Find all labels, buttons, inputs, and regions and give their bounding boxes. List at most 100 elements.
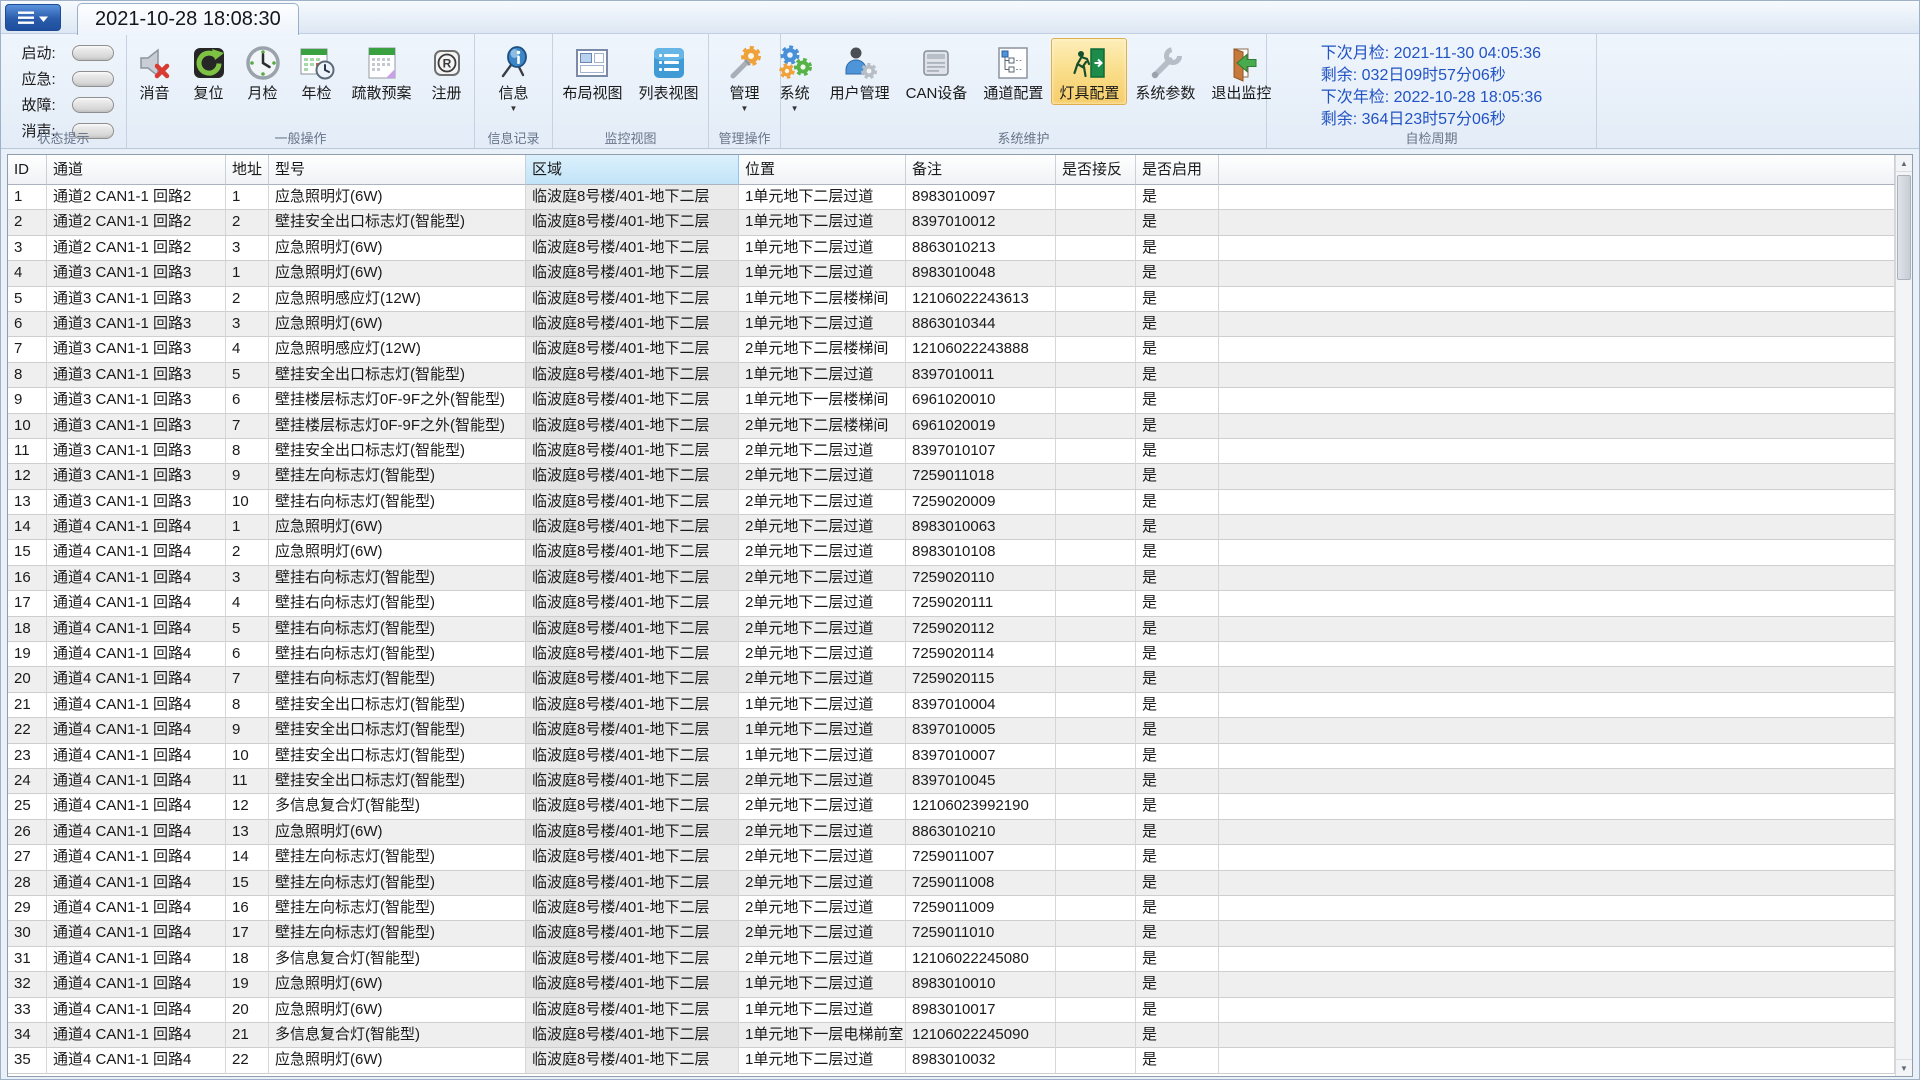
table-row[interactable]: 6 通道3 CAN1-1 回路3 3 应急照明灯(6W) 临波庭8号楼/401-… <box>8 312 1895 337</box>
table-row[interactable]: 33 通道4 CAN1-1 回路4 20 应急照明灯(6W) 临波庭8号楼/40… <box>8 998 1895 1023</box>
cell-filler <box>1219 414 1895 439</box>
manage-button[interactable]: 管理 ▼ <box>718 38 772 116</box>
table-row[interactable]: 16 通道4 CAN1-1 回路4 3 壁挂右向标志灯(智能型) 临波庭8号楼/… <box>8 566 1895 591</box>
table-row[interactable]: 13 通道3 CAN1-1 回路3 10 壁挂右向标志灯(智能型) 临波庭8号楼… <box>8 490 1895 515</box>
cell-filler <box>1219 210 1895 235</box>
table-row[interactable]: 5 通道3 CAN1-1 回路3 2 应急照明感应灯(12W) 临波庭8号楼/4… <box>8 287 1895 312</box>
table-row[interactable]: 10 通道3 CAN1-1 回路3 7 壁挂楼层标志灯0F-9F之外(智能型) … <box>8 414 1895 439</box>
cell-area: 临波庭8号楼/401-地下二层 <box>526 210 739 235</box>
cell-id: 6 <box>8 312 47 337</box>
system-button[interactable]: 系统 ▼ <box>768 38 822 116</box>
table-row[interactable]: 21 通道4 CAN1-1 回路4 8 壁挂安全出口标志灯(智能型) 临波庭8号… <box>8 693 1895 718</box>
column-header-reversed[interactable]: 是否接反 <box>1056 155 1136 185</box>
table-row[interactable]: 23 通道4 CAN1-1 回路4 10 壁挂安全出口标志灯(智能型) 临波庭8… <box>8 744 1895 769</box>
monthly-check-button[interactable]: 月检 <box>236 38 290 105</box>
cell-reversed <box>1056 414 1136 439</box>
table-row[interactable]: 8 通道3 CAN1-1 回路3 5 壁挂安全出口标志灯(智能型) 临波庭8号楼… <box>8 363 1895 388</box>
table-row[interactable]: 24 通道4 CAN1-1 回路4 11 壁挂安全出口标志灯(智能型) 临波庭8… <box>8 769 1895 794</box>
table-row[interactable]: 30 通道4 CAN1-1 回路4 17 壁挂左向标志灯(智能型) 临波庭8号楼… <box>8 921 1895 946</box>
table-row[interactable]: 32 通道4 CAN1-1 回路4 19 应急照明灯(6W) 临波庭8号楼/40… <box>8 972 1895 997</box>
cell-reversed <box>1056 287 1136 312</box>
column-header-enabled[interactable]: 是否启用 <box>1136 155 1219 185</box>
cell-reversed <box>1056 337 1136 362</box>
table-row[interactable]: 2 通道2 CAN1-1 回路2 2 壁挂安全出口标志灯(智能型) 临波庭8号楼… <box>8 210 1895 235</box>
table-row[interactable]: 20 通道4 CAN1-1 回路4 7 壁挂右向标志灯(智能型) 临波庭8号楼/… <box>8 667 1895 692</box>
table-row[interactable]: 17 通道4 CAN1-1 回路4 4 壁挂右向标志灯(智能型) 临波庭8号楼/… <box>8 591 1895 616</box>
table-row[interactable]: 7 通道3 CAN1-1 回路3 4 应急照明感应灯(12W) 临波庭8号楼/4… <box>8 337 1895 362</box>
column-header-id[interactable]: ID <box>8 155 47 185</box>
cell-id: 8 <box>8 363 47 388</box>
cell-remark: 6961020010 <box>906 388 1056 413</box>
cell-address: 5 <box>226 617 269 642</box>
table-row[interactable]: 34 通道4 CAN1-1 回路4 21 多信息复合灯(智能型) 临波庭8号楼/… <box>8 1023 1895 1048</box>
vertical-scrollbar[interactable]: ▲ ▼ <box>1895 155 1912 1076</box>
table-row[interactable]: 3 通道2 CAN1-1 回路2 3 应急照明灯(6W) 临波庭8号楼/401-… <box>8 236 1895 261</box>
cell-reversed <box>1056 693 1136 718</box>
cell-filler <box>1219 896 1895 921</box>
table-row[interactable]: 18 通道4 CAN1-1 回路4 5 壁挂右向标志灯(智能型) 临波庭8号楼/… <box>8 617 1895 642</box>
table-row[interactable]: 35 通道4 CAN1-1 回路4 22 应急照明灯(6W) 临波庭8号楼/40… <box>8 1048 1895 1073</box>
table-row[interactable]: 9 通道3 CAN1-1 回路3 6 壁挂楼层标志灯0F-9F之外(智能型) 临… <box>8 388 1895 413</box>
cell-location: 2单元地下二层过道 <box>739 921 906 946</box>
cell-enabled: 是 <box>1136 871 1219 896</box>
column-header-remark[interactable]: 备注 <box>906 155 1056 185</box>
table-row[interactable]: 11 通道3 CAN1-1 回路3 8 壁挂安全出口标志灯(智能型) 临波庭8号… <box>8 439 1895 464</box>
table-row[interactable]: 15 通道4 CAN1-1 回路4 2 应急照明灯(6W) 临波庭8号楼/401… <box>8 540 1895 565</box>
cell-enabled: 是 <box>1136 312 1219 337</box>
table-row[interactable]: 25 通道4 CAN1-1 回路4 12 多信息复合灯(智能型) 临波庭8号楼/… <box>8 794 1895 819</box>
cell-filler <box>1219 744 1895 769</box>
can-device-button[interactable]: CAN设备 <box>898 38 976 105</box>
table-row[interactable]: 4 通道3 CAN1-1 回路3 1 应急照明灯(6W) 临波庭8号楼/401-… <box>8 261 1895 286</box>
cell-location: 1单元地下二层过道 <box>739 972 906 997</box>
annual-check-button[interactable]: 年检 <box>290 38 344 105</box>
list-view-button[interactable]: 列表视图 <box>631 38 707 105</box>
channel-config-button[interactable]: 通道配置 <box>975 38 1051 105</box>
table-row[interactable]: 19 通道4 CAN1-1 回路4 6 壁挂右向标志灯(智能型) 临波庭8号楼/… <box>8 642 1895 667</box>
cell-id: 31 <box>8 947 47 972</box>
lamp-config-button[interactable]: 灯具配置 <box>1051 38 1127 105</box>
cell-model: 多信息复合灯(智能型) <box>269 947 526 972</box>
table-row[interactable]: 26 通道4 CAN1-1 回路4 13 应急照明灯(6W) 临波庭8号楼/40… <box>8 820 1895 845</box>
system-params-button[interactable]: 系统参数 <box>1127 38 1203 105</box>
next-annual-check: 下次年检: 2022-10-28 18:05:36 <box>1321 87 1542 109</box>
mute-button[interactable]: 消音 <box>128 38 182 105</box>
evacuation-plan-button[interactable]: 疏散预案 <box>344 38 420 105</box>
table-row[interactable]: 29 通道4 CAN1-1 回路4 16 壁挂左向标志灯(智能型) 临波庭8号楼… <box>8 896 1895 921</box>
user-management-button[interactable]: 用户管理 <box>822 38 898 105</box>
cell-address: 13 <box>226 820 269 845</box>
reset-button[interactable]: 复位 <box>182 38 236 105</box>
cell-id: 18 <box>8 617 47 642</box>
main-menu-button[interactable] <box>5 4 61 31</box>
info-button[interactable]: 信息 ▼ <box>487 38 541 116</box>
table-row[interactable]: 31 通道4 CAN1-1 回路4 18 多信息复合灯(智能型) 临波庭8号楼/… <box>8 947 1895 972</box>
table-row[interactable]: 22 通道4 CAN1-1 回路4 9 壁挂安全出口标志灯(智能型) 临波庭8号… <box>8 718 1895 743</box>
cell-channel: 通道4 CAN1-1 回路4 <box>47 896 226 921</box>
table-row[interactable]: 14 通道4 CAN1-1 回路4 1 应急照明灯(6W) 临波庭8号楼/401… <box>8 515 1895 540</box>
table-row[interactable]: 28 通道4 CAN1-1 回路4 15 壁挂左向标志灯(智能型) 临波庭8号楼… <box>8 871 1895 896</box>
column-header-area[interactable]: 区域 <box>526 155 739 185</box>
column-header-channel[interactable]: 通道 <box>47 155 226 185</box>
cell-enabled: 是 <box>1136 414 1219 439</box>
register-button[interactable]: R 注册 <box>420 38 474 105</box>
cell-address: 19 <box>226 972 269 997</box>
group-label-self-check: 自检周期 <box>1267 128 1596 147</box>
cell-channel: 通道3 CAN1-1 回路3 <box>47 337 226 362</box>
cell-location: 1单元地下二层过道 <box>739 718 906 743</box>
table-row[interactable]: 27 通道4 CAN1-1 回路4 14 壁挂左向标志灯(智能型) 临波庭8号楼… <box>8 845 1895 870</box>
table-row[interactable]: 1 通道2 CAN1-1 回路2 1 应急照明灯(6W) 临波庭8号楼/401-… <box>8 185 1895 210</box>
cell-model: 应急照明灯(6W) <box>269 185 526 210</box>
cell-location: 1单元地下一层电梯前室 <box>739 1023 906 1048</box>
layout-view-button[interactable]: 布局视图 <box>554 38 630 105</box>
cell-area: 临波庭8号楼/401-地下二层 <box>526 236 739 261</box>
column-header-filler <box>1219 155 1895 185</box>
cell-model: 多信息复合灯(智能型) <box>269 794 526 819</box>
active-tab-datetime[interactable]: 2021-10-28 18:08:30 <box>77 3 299 35</box>
column-header-address[interactable]: 地址 <box>226 155 269 185</box>
scrollbar-thumb[interactable] <box>1897 175 1911 280</box>
scroll-down-arrow-icon[interactable]: ▼ <box>1896 1059 1912 1076</box>
column-header-location[interactable]: 位置 <box>739 155 906 185</box>
cell-location: 2单元地下二层过道 <box>739 667 906 692</box>
table-row[interactable]: 12 通道3 CAN1-1 回路3 9 壁挂左向标志灯(智能型) 临波庭8号楼/… <box>8 464 1895 489</box>
scroll-up-arrow-icon[interactable]: ▲ <box>1896 155 1912 172</box>
column-header-model[interactable]: 型号 <box>269 155 526 185</box>
